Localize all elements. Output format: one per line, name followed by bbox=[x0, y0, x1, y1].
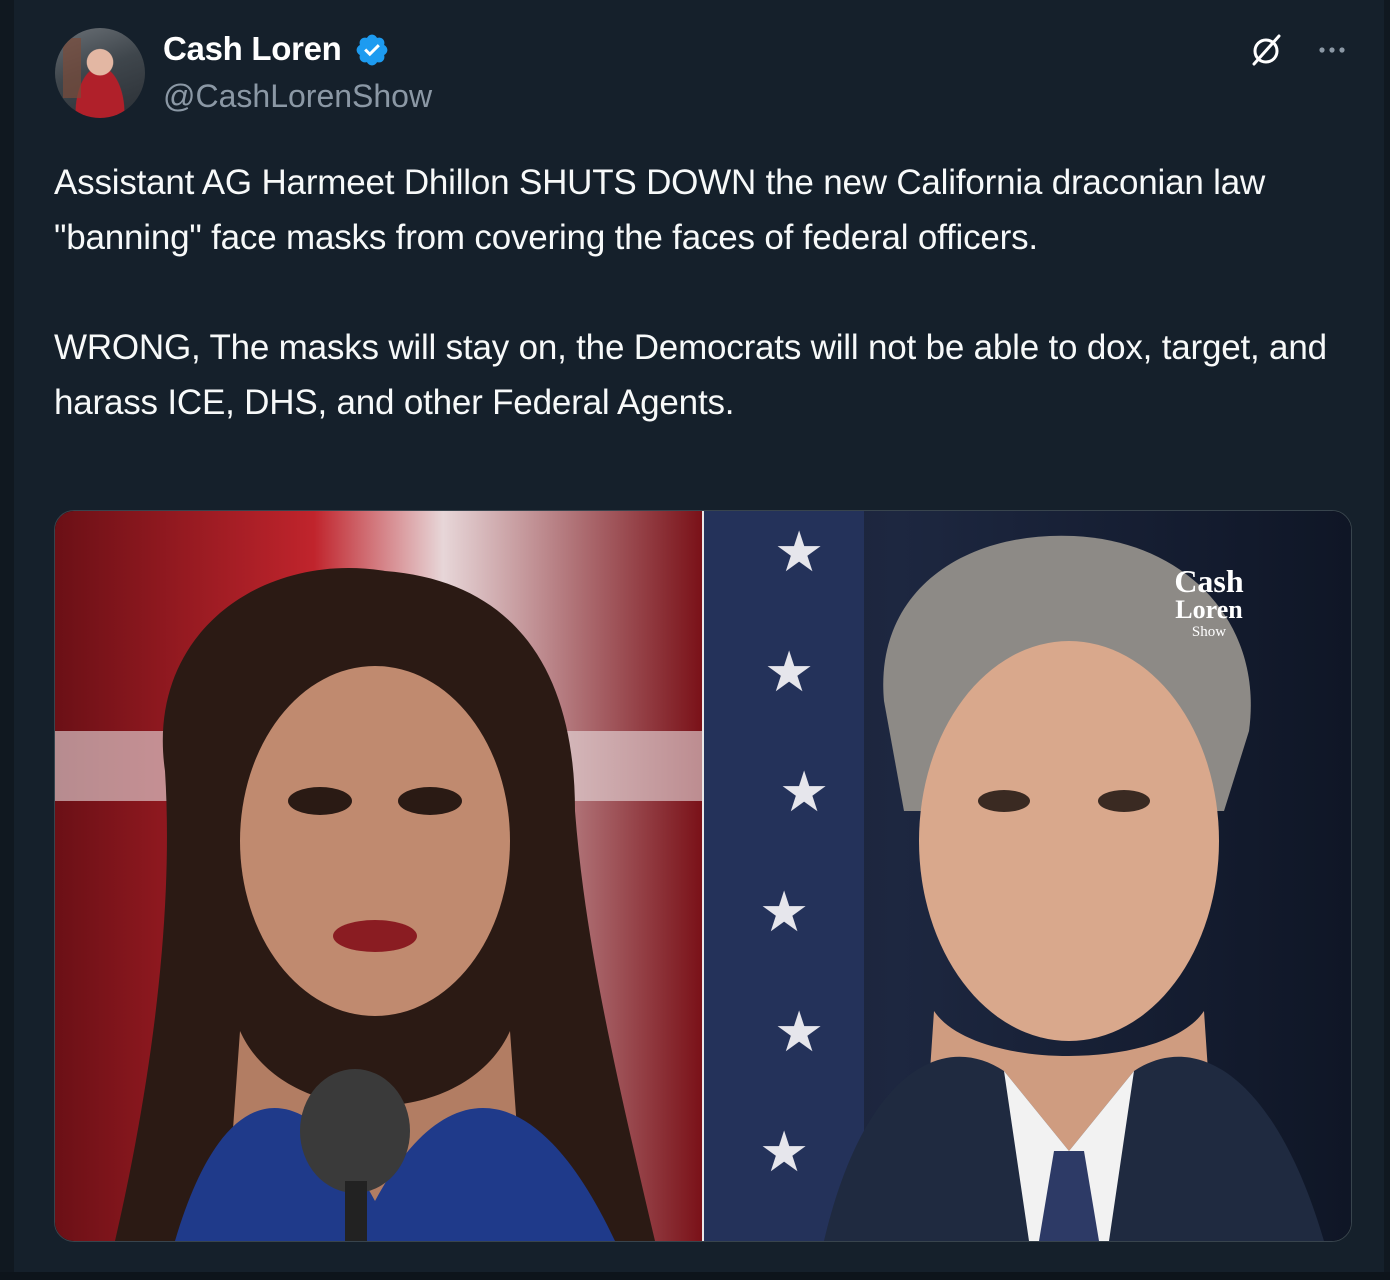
tweet-media[interactable]: ★ ★ ★ ★ ★ ★ Cash Loren Show bbox=[54, 510, 1352, 1242]
author-avatar[interactable] bbox=[55, 28, 145, 118]
more-options-icon[interactable] bbox=[1312, 30, 1352, 70]
tweet-card[interactable]: Cash Loren @CashLorenShow Assistant AG H… bbox=[0, 0, 1390, 1280]
author-handle[interactable]: @CashLorenShow bbox=[163, 78, 432, 115]
svg-text:★: ★ bbox=[759, 1120, 809, 1185]
tweet-text: Assistant AG Harmeet Dhillon SHUTS DOWN … bbox=[54, 155, 1344, 430]
tweet-paragraph-1: Assistant AG Harmeet Dhillon SHUTS DOWN … bbox=[54, 163, 1266, 257]
watermark-line-3: Show bbox=[1191, 624, 1227, 640]
avatar-background-detail bbox=[63, 38, 81, 98]
svg-text:★: ★ bbox=[779, 760, 829, 825]
svg-text:★: ★ bbox=[774, 520, 824, 585]
svg-text:★: ★ bbox=[774, 1000, 824, 1065]
photo-left bbox=[55, 511, 702, 1241]
media-watermark: Cash Loren Show bbox=[1159, 565, 1259, 640]
photo-left-illustration bbox=[55, 567, 702, 1241]
tweet-paragraph-2: WRONG, The masks will stay on, the Democ… bbox=[54, 328, 1327, 422]
grok-icon[interactable] bbox=[1246, 30, 1286, 70]
author-display-name[interactable]: Cash Loren bbox=[163, 30, 342, 68]
watermark-line-1: Cash bbox=[1174, 563, 1244, 599]
svg-text:★: ★ bbox=[759, 880, 809, 945]
verified-badge-icon[interactable] bbox=[354, 32, 390, 68]
svg-text:★: ★ bbox=[764, 640, 814, 705]
watermark-line-2: Loren bbox=[1175, 595, 1243, 624]
